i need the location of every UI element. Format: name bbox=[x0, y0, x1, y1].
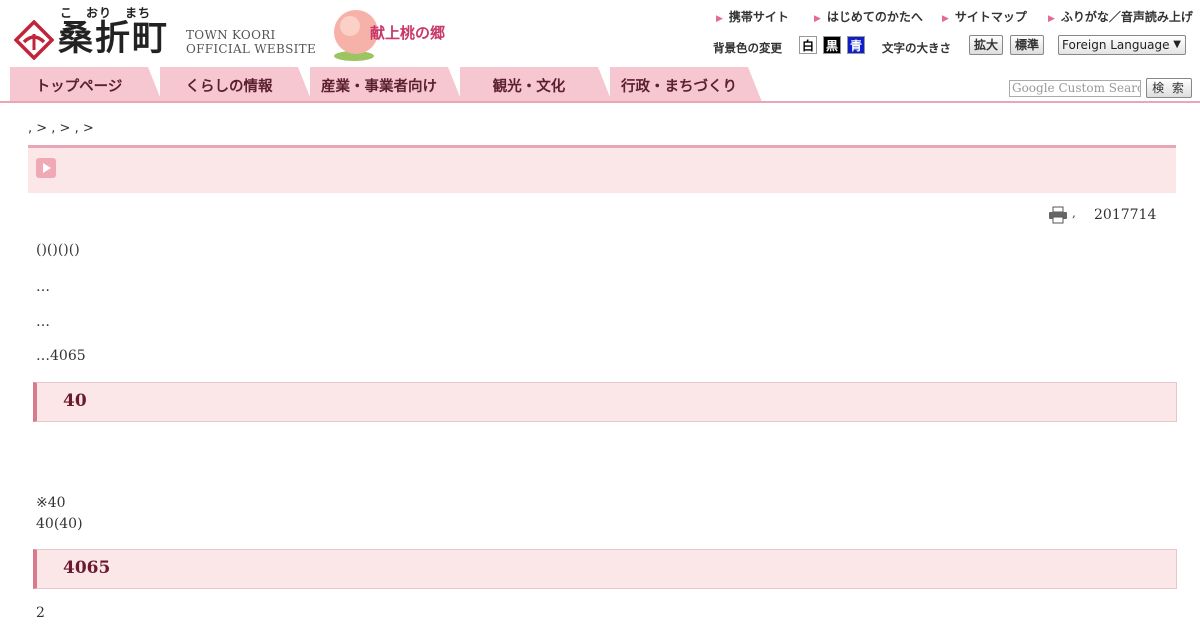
bg-color-label: 背景色の変更 bbox=[713, 41, 782, 55]
town-emblem-icon bbox=[14, 20, 54, 60]
paragraph-1: ()()()() bbox=[36, 242, 80, 258]
paragraph-5: ※40 bbox=[36, 495, 66, 511]
paragraph-3: … bbox=[36, 314, 50, 330]
paragraph-7: 2 bbox=[36, 605, 45, 621]
tagline: 献上桃の郷 bbox=[370, 24, 446, 42]
arrow-right-icon: ▶ bbox=[1048, 14, 1055, 24]
print-separator: , bbox=[1072, 206, 1076, 220]
font-enlarge-button[interactable]: 拡大 bbox=[969, 35, 1004, 55]
arrow-right-icon: ▶ bbox=[814, 14, 821, 24]
paragraph-2: … bbox=[36, 279, 50, 295]
site-subtitle-english: OFFICIAL WEBSITE bbox=[186, 42, 317, 56]
tab-tourism-culture[interactable]: 観光・文化 bbox=[460, 67, 612, 102]
update-date: 2017714 bbox=[1094, 207, 1157, 223]
tab-industry-business[interactable]: 産業・事業者向け bbox=[310, 67, 462, 102]
chevron-down-icon: ▼ bbox=[1173, 39, 1181, 50]
arrow-right-icon: ▶ bbox=[716, 14, 723, 24]
section-heading-text: 40 bbox=[63, 391, 87, 411]
arrow-right-icon: ▶ bbox=[942, 14, 949, 24]
first-visit-link[interactable]: ▶ はじめてのかたへ bbox=[814, 8, 923, 25]
printer-icon[interactable] bbox=[1048, 206, 1068, 224]
bg-blue-button[interactable]: 青 bbox=[847, 36, 865, 54]
tab-label: 産業・事業者向け bbox=[321, 79, 437, 95]
tab-label: トップページ bbox=[35, 79, 123, 95]
tab-top-page[interactable]: トップページ bbox=[10, 67, 162, 102]
section-heading-1: 40 bbox=[33, 382, 1177, 422]
bg-white-button[interactable]: 白 bbox=[799, 36, 817, 54]
furigana-voice-link[interactable]: ▶ ふりがな／音声読み上げ bbox=[1048, 8, 1193, 25]
play-icon bbox=[36, 158, 56, 178]
tab-living-info[interactable]: くらしの情報 bbox=[160, 67, 312, 102]
font-standard-button[interactable]: 標準 bbox=[1010, 35, 1045, 55]
search-button[interactable]: 検 索 bbox=[1146, 78, 1192, 98]
tab-label: 観光・文化 bbox=[492, 79, 566, 95]
language-select-value: Foreign Language bbox=[1062, 38, 1170, 52]
section-heading-text: 4065 bbox=[63, 558, 111, 578]
paragraph-4: …4065 bbox=[36, 348, 86, 364]
font-size-label: 文字の大きさ bbox=[882, 41, 951, 55]
breadcrumb[interactable]: , > , > , > bbox=[28, 121, 94, 136]
paragraph-6: 40(40) bbox=[36, 516, 83, 532]
site-name-english: TOWN KOORI bbox=[186, 28, 276, 42]
tab-label: 行政・まちづくり bbox=[621, 79, 737, 95]
section-heading-2: 4065 bbox=[33, 549, 1177, 589]
sitemap-link[interactable]: ▶ サイトマップ bbox=[942, 8, 1027, 25]
mobile-site-link[interactable]: ▶ 携帯サイト bbox=[716, 8, 789, 25]
tab-label: くらしの情報 bbox=[185, 79, 273, 95]
tab-administration[interactable]: 行政・まちづくり bbox=[610, 67, 762, 102]
search-input[interactable]: Google Custom Search bbox=[1009, 80, 1141, 97]
page-title-band bbox=[28, 145, 1176, 193]
bg-black-button[interactable]: 黒 bbox=[823, 36, 841, 54]
site-logo-name[interactable]: 桑折町 bbox=[58, 18, 169, 60]
language-select[interactable]: Foreign Language ▼ bbox=[1058, 35, 1186, 55]
nav-divider bbox=[0, 101, 1200, 103]
